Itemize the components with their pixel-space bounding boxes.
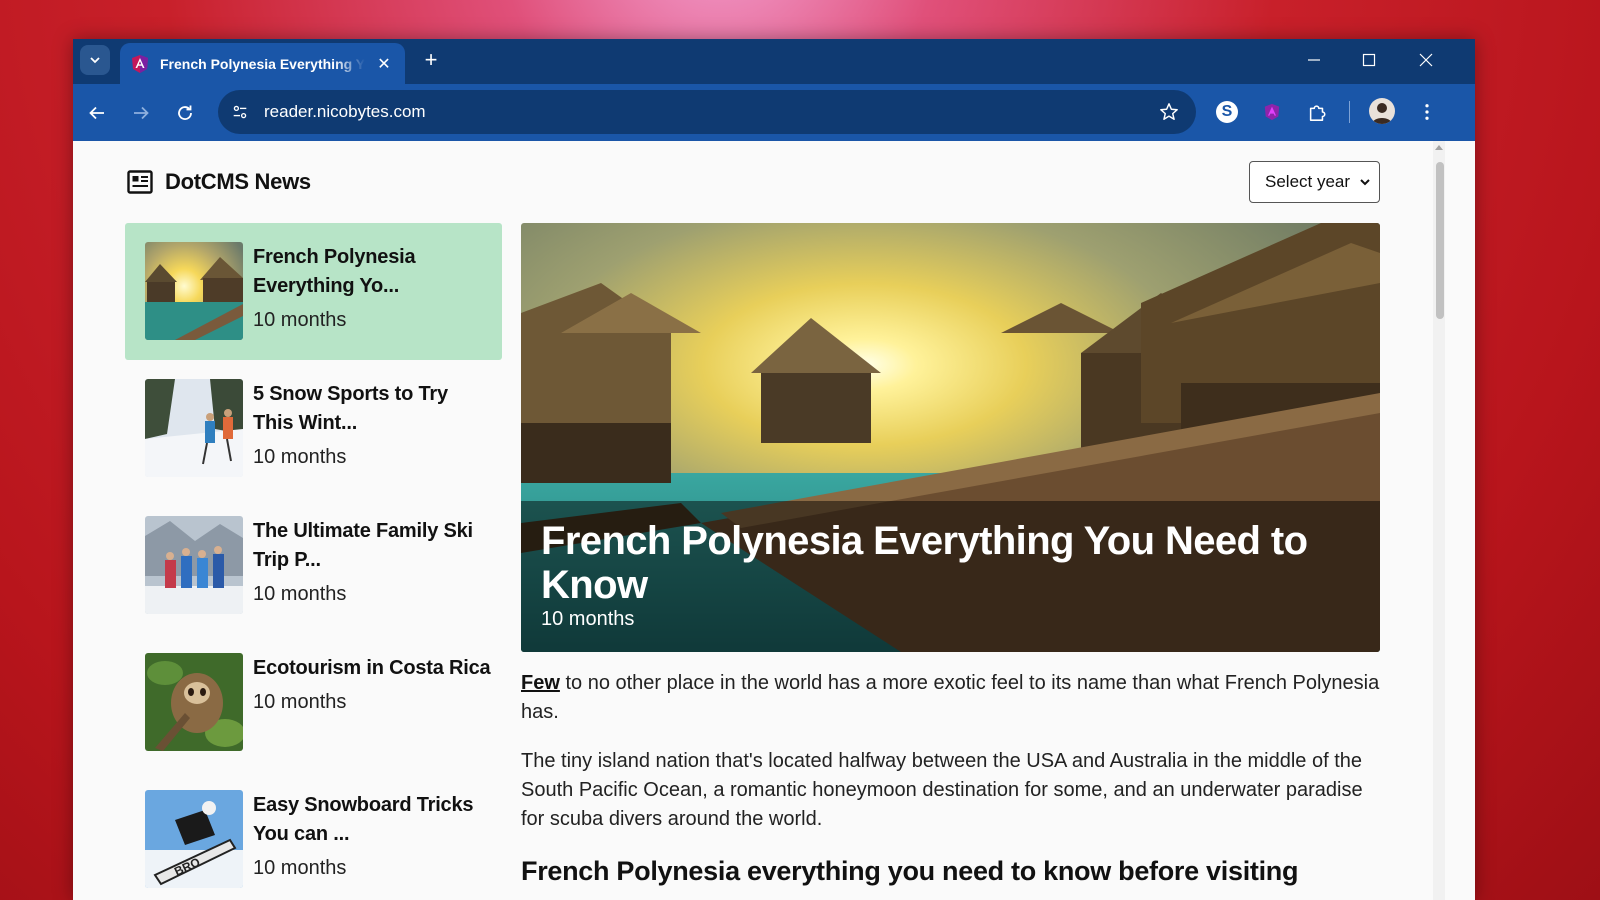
article-title: French Polynesia Everything Yo... [253,246,416,297]
article-subheading: French Polynesia everything you need to … [521,856,1299,886]
article-item-snow-sports[interactable]: 5 Snow Sports to Try This Wint... 10 mon… [125,360,502,497]
arrow-left-icon [89,106,104,120]
hero-title: French Polynesia Everything You Need to … [541,519,1308,607]
toolbar-divider [1349,101,1350,123]
article-title: Ecotourism in Costa Rica [253,657,491,679]
arrow-right-icon [134,106,149,120]
article-thumbnail [145,379,243,477]
tab-close-icon[interactable]: ✕ [375,54,393,74]
article-thumbnail [145,653,243,751]
browser-menu-icon[interactable] [1413,98,1441,126]
scrollbar-thumb[interactable] [1436,162,1444,319]
article-time: 10 months [253,583,347,605]
maximize-button[interactable] [1354,49,1384,71]
site-brand[interactable]: DotCMS News [127,169,311,195]
article-title: The Ultimate Family Ski Trip P... [253,520,473,571]
article-item-snowboard-tricks[interactable]: BRO Easy Snowboard Tricks You can ... 10… [125,771,502,900]
browser-tab-active[interactable]: French Polynesia Everything You Need to … [120,43,405,84]
minimize-icon [1308,59,1320,61]
article-body: Few to no other place in the world has a… [521,669,1381,888]
close-icon [1419,53,1433,67]
newspaper-icon [127,170,153,194]
bookmark-star-icon[interactable] [1158,101,1180,123]
tab-title: French Polynesia Everything You Need to … [160,55,365,72]
chevron-down-icon [1360,179,1370,186]
new-tab-button[interactable]: + [418,47,444,73]
browser-toolbar: reader.nicobytes.com S [73,84,1475,141]
maximize-icon [1362,53,1376,67]
reload-icon [178,105,192,120]
article-time: 10 months [253,857,347,879]
article-time: 10 months [253,309,347,331]
reload-button[interactable] [170,98,200,128]
minimize-button[interactable] [1299,49,1329,71]
featured-article-hero[interactable]: French Polynesia Everything You Need to … [521,223,1380,652]
article-time: 10 months [253,691,347,713]
site-info-icon[interactable] [230,102,250,122]
site-title: DotCMS News [165,169,311,194]
address-bar[interactable]: reader.nicobytes.com [218,90,1196,134]
angular-favicon-icon [132,54,148,73]
browser-window: French Polynesia Everything You Need to … [73,39,1475,900]
extension-angular-icon[interactable] [1258,98,1286,126]
year-select[interactable]: Select year [1249,161,1380,203]
forward-button[interactable] [126,98,156,128]
page-content: DotCMS News Select year French Polynesia… [73,141,1433,900]
lead-link[interactable]: Few [521,672,560,694]
close-window-button[interactable] [1411,49,1441,71]
hero-time: 10 months [541,608,635,630]
article-list: French Polynesia Everything Yo... 10 mon… [125,223,502,900]
url-text[interactable]: reader.nicobytes.com [264,102,1158,122]
article-paragraph-1: Few to no other place in the world has a… [521,669,1381,727]
paragraph-text: to no other place in the world has a mor… [521,672,1380,723]
article-title: 5 Snow Sports to Try This Wint... [253,383,448,434]
extensions-puzzle-icon[interactable] [1303,98,1331,126]
extension-s-icon[interactable]: S [1213,98,1241,126]
article-time: 10 months [253,446,347,468]
article-title: Easy Snowboard Tricks You can ... [253,794,474,845]
back-button[interactable] [82,98,112,128]
article-item-family-ski-trip[interactable]: The Ultimate Family Ski Trip P... 10 mon… [125,497,502,634]
article-thumbnail: BRO [145,790,243,888]
tab-strip: French Polynesia Everything You Need to … [73,39,1475,84]
article-thumbnail [145,516,243,614]
article-thumbnail [145,242,243,340]
article-paragraph-2: The tiny island nation that's located ha… [521,750,1363,830]
article-item-french-polynesia[interactable]: French Polynesia Everything Yo... 10 mon… [125,223,502,360]
article-item-ecotourism[interactable]: Ecotourism in Costa Rica 10 months [125,634,502,771]
year-select-value: Select year [1265,172,1351,191]
chevron-down-icon [90,57,100,64]
scroll-up-arrow-icon[interactable] [1435,145,1443,150]
tab-search-button[interactable] [80,45,110,75]
profile-avatar[interactable] [1369,98,1395,124]
